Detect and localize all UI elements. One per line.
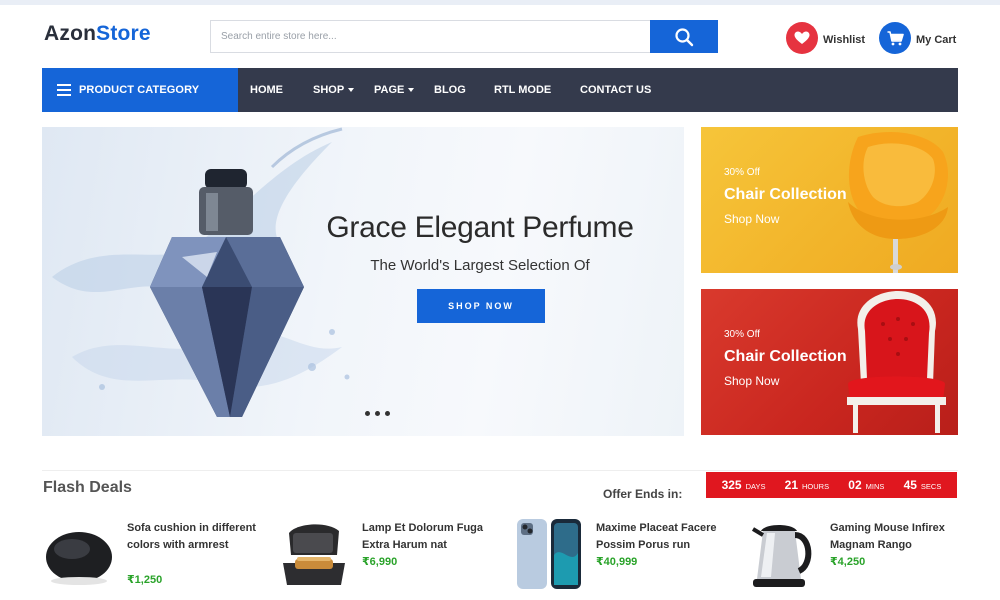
banner-discount: 30% Off (724, 329, 760, 340)
countdown-value: 45 (903, 478, 917, 492)
nav-item-label: PAGE (374, 84, 405, 96)
perfume-bottle-image (52, 127, 350, 417)
flash-deals-title: Flash Deals (43, 479, 132, 496)
slider-dot[interactable] (365, 411, 370, 416)
product-card[interactable]: Sofa cushion in different colors with ar… (42, 515, 272, 595)
logo-text-part2: Store (96, 22, 151, 45)
product-name: Sofa cushion in different colors with ar… (127, 522, 256, 551)
nav-item-page[interactable]: PAGE (374, 68, 415, 112)
nav-item-contact-us[interactable]: CONTACT US (580, 68, 651, 112)
product-card[interactable]: Lamp Et Dolorum Fuga Extra Harum nat ₹6,… (277, 515, 507, 595)
top-strip (0, 0, 1000, 5)
offer-ends-label: Offer Ends in: (603, 487, 683, 501)
cart-badge (879, 22, 911, 54)
banner-chair-collection-red[interactable]: 30% Off Chair Collection Shop Now (701, 289, 958, 435)
nav-item-rtl-mode[interactable]: RTL MODE (494, 68, 551, 112)
sandwich-maker-icon (283, 524, 345, 585)
countdown-unit: DAYS (745, 482, 766, 491)
countdown-value: 21 (784, 478, 799, 492)
product-name: Lamp Et Dolorum Fuga Extra Harum nat (362, 522, 483, 551)
product-price: ₹6,990 (362, 556, 398, 568)
hero-title: Grace Elegant Perfume (326, 211, 634, 244)
wishlist-badge (786, 22, 818, 54)
heart-icon (794, 31, 810, 44)
cart-label: My Cart (916, 34, 957, 46)
search-bar (210, 20, 718, 53)
nav-item-label: CONTACT US (580, 84, 652, 96)
countdown-unit: SECS (920, 482, 942, 491)
product-category-label: PRODUCT CATEGORY (79, 84, 200, 96)
nav-item-home[interactable]: HOME (250, 68, 283, 112)
banner-discount: 30% Off (724, 167, 760, 178)
product-card[interactable]: Maxime Placeat Facere Possim Porus run ₹… (511, 515, 741, 595)
wishlist-label: Wishlist (823, 34, 866, 46)
product-price: ₹4,250 (830, 556, 866, 568)
red-armchair-image (847, 291, 946, 433)
search-icon (675, 27, 694, 46)
banner-shop-link[interactable]: Shop Now (724, 212, 779, 226)
countdown-days: 325 DAYS (722, 478, 766, 492)
cart-icon (887, 30, 904, 45)
chevron-down-icon (348, 88, 355, 92)
search-button[interactable] (650, 20, 718, 53)
phone-icon (517, 519, 581, 589)
countdown-unit: HOURS (802, 482, 830, 491)
banner-chair-collection-yellow[interactable]: 30% Off Chair Collection Shop Now (701, 127, 958, 273)
countdown-unit: MINS (865, 482, 885, 491)
site-logo[interactable]: AzonStore (44, 22, 151, 46)
nav-item-label: BLOG (434, 84, 466, 96)
shop-now-button[interactable]: SHOP NOW (417, 289, 545, 323)
cart-link[interactable]: My Cart (879, 22, 956, 54)
product-price: ₹1,250 (127, 574, 163, 586)
banner-title: Chair Collection (724, 348, 847, 365)
product-name: Maxime Placeat Facere Possim Porus run (596, 522, 717, 551)
hero-subtitle: The World's Largest Selection Of (370, 257, 590, 274)
banner-shop-link[interactable]: Shop Now (724, 374, 779, 388)
nav-item-shop[interactable]: SHOP (313, 68, 355, 112)
product-name: Gaming Mouse Infirex Magnam Rango (830, 522, 945, 551)
product-price: ₹40,999 (596, 556, 638, 568)
countdown-timer: 325 DAYS 21 HOURS 02 MINS 45 SECS (706, 472, 957, 498)
nav-item-label: SHOP (313, 84, 345, 96)
search-input[interactable] (211, 21, 651, 52)
product-category-button[interactable]: PRODUCT CATEGORY (42, 68, 238, 112)
countdown-mins: 02 MINS (848, 478, 884, 492)
menu-icon (57, 84, 71, 96)
main-nav: PRODUCT CATEGORY HOME SHOP PAGE BLOG RTL… (42, 68, 958, 112)
slider-dot[interactable] (385, 411, 390, 416)
product-card[interactable]: Gaming Mouse Infirex Magnam Rango ₹4,250 (745, 515, 975, 595)
hero-slider: Grace Elegant Perfume The World's Larges… (42, 127, 684, 436)
logo-text-part1: Azon (44, 22, 97, 45)
countdown-secs: 45 SECS (904, 478, 942, 492)
banner-title: Chair Collection (724, 186, 847, 203)
nav-item-blog[interactable]: BLOG (434, 68, 466, 112)
countdown-hours: 21 HOURS (785, 478, 829, 492)
slider-dots (365, 411, 390, 416)
mouse-icon (46, 532, 112, 585)
chevron-down-icon (408, 88, 415, 92)
countdown-value: 02 (848, 478, 862, 492)
kettle-icon (751, 525, 812, 587)
slider-dot[interactable] (375, 411, 380, 416)
countdown-value: 325 (721, 478, 742, 492)
wishlist-link[interactable]: Wishlist (786, 22, 865, 54)
nav-item-label: HOME (250, 84, 283, 96)
nav-item-label: RTL MODE (494, 84, 552, 96)
